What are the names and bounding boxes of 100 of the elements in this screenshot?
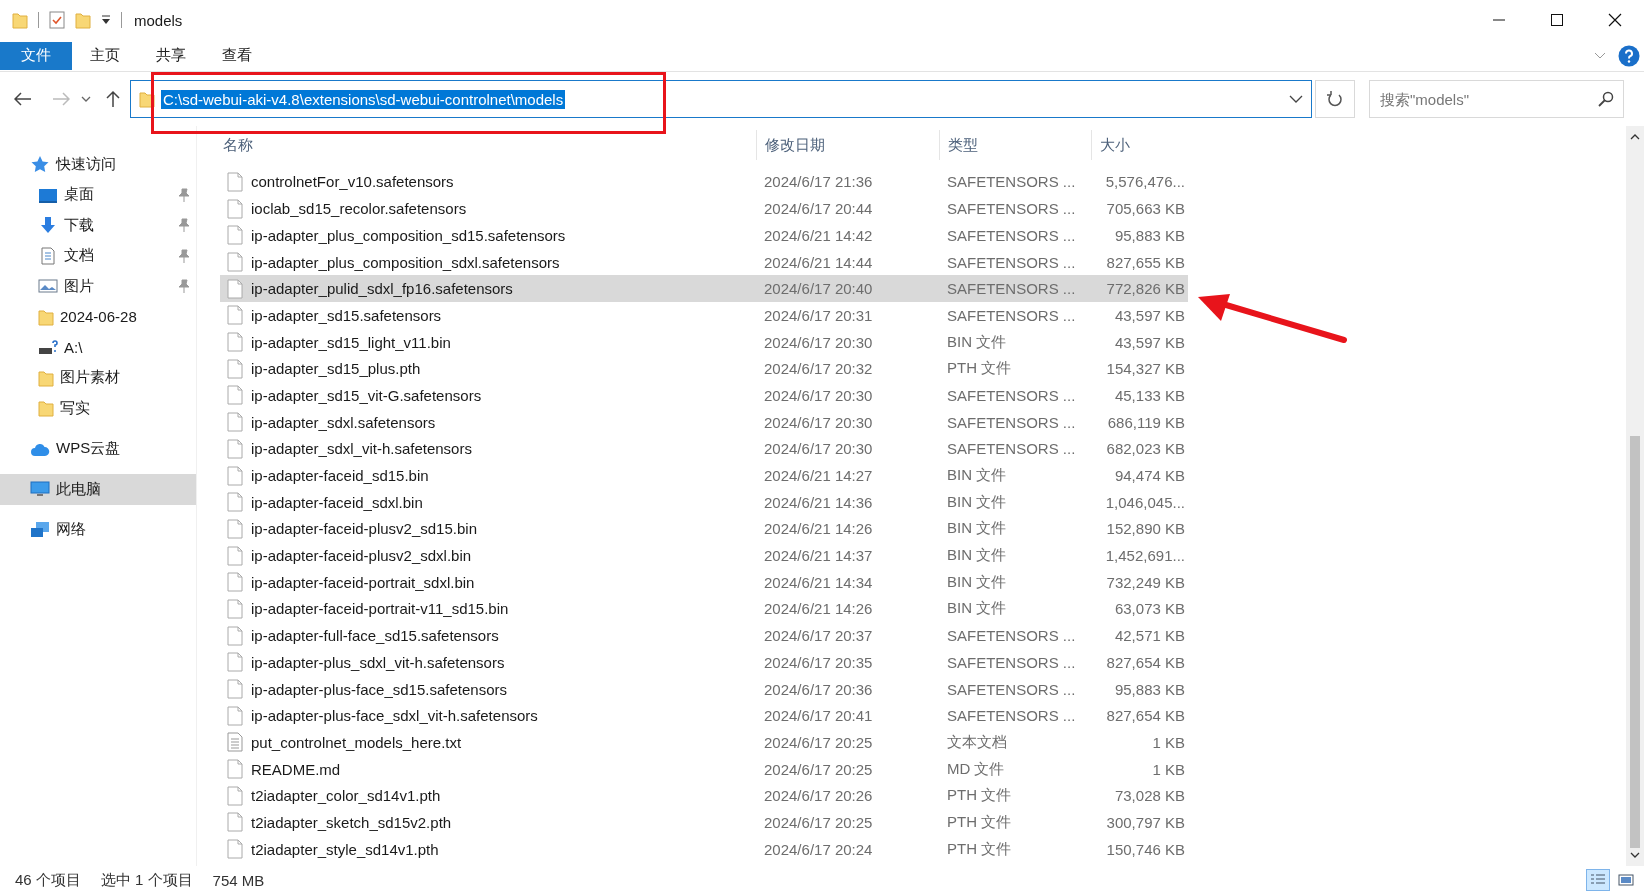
file-row[interactable]: t2iadapter_style_sd14v1.pth 2024/6/17 20:24 PTH 文件 150,746 KB	[220, 835, 1188, 863]
file-row[interactable]: controlnetFor_v10.safetensors 2024/6/17 21:36 SAFETENSORS ... 5,576,476...	[220, 168, 1188, 196]
file-type: SAFETENSORS ...	[946, 253, 1077, 271]
scroll-down-icon[interactable]	[1630, 852, 1640, 858]
file-name: ip-adapter_pulid_sdxl_fp16.safetensors	[251, 280, 513, 298]
sidebar-item[interactable]: 下载	[0, 210, 196, 241]
file-row[interactable]: ip-adapter-faceid-plusv2_sdxl.bin 2024/6/21 14:37 BIN 文件 1,452,691...	[220, 542, 1188, 569]
search-field[interactable]: 搜索"models"	[1369, 80, 1624, 118]
file-icon	[227, 198, 243, 219]
column-header[interactable]: 类型	[939, 130, 1091, 160]
refresh-icon	[1327, 90, 1343, 108]
file-size: 95,883 KB	[1113, 680, 1186, 698]
help-icon[interactable]	[1618, 44, 1640, 67]
modified-date: 2024/6/17 20:25	[763, 813, 874, 831]
file-size: 827,655 KB	[1105, 253, 1186, 271]
file-type: SAFETENSORS ...	[946, 280, 1077, 298]
file-row[interactable]: README.md 2024/6/17 20:25 MD 文件 1 KB	[220, 755, 1188, 783]
modified-date: 2024/6/17 20:30	[763, 413, 874, 431]
file-row[interactable]: ip-adapter-faceid_sdxl.bin 2024/6/21 14:36 BIN 文件 1,046,045...	[220, 488, 1188, 516]
sidebar-item[interactable]: 桌面	[0, 179, 196, 210]
document-icon	[38, 246, 58, 265]
address-field[interactable]: C:\sd-webui-aki-v4.8\extensions\sd-webui-controlnet\models	[130, 80, 1312, 118]
star-icon	[30, 155, 50, 174]
file-row[interactable]: put_controlnet_models_here.txt 2024/6/17 20:25 文本文档 1 KB	[220, 729, 1188, 756]
modified-date: 2024/6/21 14:26	[763, 520, 874, 538]
file-type: PTH 文件	[946, 786, 1013, 806]
file-name: ip-adapter-faceid_sdxl.bin	[251, 493, 423, 511]
file-name: ip-adapter_plus_composition_sd15.safetensors	[251, 226, 566, 244]
file-icon	[227, 598, 243, 619]
file-row[interactable]: ip-adapter-full-face_sd15.safetensors 2024/6/17 20:37 SAFETENSORS ... 42,571 KB	[220, 622, 1188, 649]
sidebar-item[interactable]: 图片素材	[0, 362, 196, 393]
file-size: 42,571 KB	[1113, 627, 1186, 645]
file-row[interactable]: ip-adapter_sd15_vit-G.safetensors 2024/6/17 20:30 SAFETENSORS ... 45,133 KB	[220, 382, 1188, 409]
file-row[interactable]: ip-adapter_plus_composition_sdxl.safetensors 2024/6/21 14:44 SAFETENSORS ... 827,655 KB	[220, 248, 1188, 276]
modified-date: 2024/6/21 14:37	[763, 547, 874, 565]
column-header[interactable]: 修改日期	[756, 130, 939, 160]
scrollbar[interactable]	[1626, 126, 1644, 866]
file-row[interactable]: ip-adapter-faceid-portrait-v11_sd15.bin 2024/6/21 14:26 BIN 文件 63,073 KB	[220, 595, 1188, 623]
modified-date: 2024/6/17 20:35	[763, 653, 874, 671]
ribbon-tab[interactable]: 主页	[72, 41, 138, 70]
file-type: PTH 文件	[946, 812, 1013, 832]
file-type: SAFETENSORS ...	[946, 680, 1077, 698]
file-row[interactable]: t2iadapter_sketch_sd15v2.pth 2024/6/17 20:25 PTH 文件 300,797 KB	[220, 809, 1188, 836]
sidebar-item[interactable]: 网络	[0, 514, 196, 545]
file-row[interactable]: ip-adapter_pulid_sdxl_fp16.safetensors 2024/6/17 20:40 SAFETENSORS ... 772,826 KB	[220, 275, 1188, 303]
file-icon	[227, 812, 243, 833]
file-icon	[227, 385, 243, 406]
image-icon	[1618, 873, 1634, 887]
sidebar-item[interactable]: 2024-06-28	[0, 301, 196, 332]
file-icon	[227, 839, 243, 860]
properties-icon[interactable]	[49, 11, 65, 29]
file-row[interactable]: ip-adapter_sd15_light_v11.bin 2024/6/17 20:30 BIN 文件 43,597 KB	[220, 328, 1188, 356]
file-row[interactable]: ip-adapter_sdxl.safetensors 2024/6/17 20:30 SAFETENSORS ... 686,119 KB	[220, 408, 1188, 436]
file-size: 63,073 KB	[1113, 600, 1186, 618]
sidebar-item[interactable]: 图片	[0, 271, 196, 302]
file-name: ip-adapter-plus-face_sdxl_vit-h.safetensors	[251, 707, 538, 725]
file-size: 43,597 KB	[1113, 333, 1186, 351]
sidebar-item[interactable]: WPS云盘	[0, 433, 196, 464]
file-icon	[227, 492, 243, 513]
file-name: put_controlnet_models_here.txt	[251, 733, 462, 751]
file-icon	[227, 438, 243, 459]
file-row[interactable]: ioclab_sd15_recolor.safetensors 2024/6/17 20:44 SAFETENSORS ... 705,663 KB	[220, 195, 1188, 222]
file-row[interactable]: ip-adapter-plus-face_sd15.safetensors 2024/6/17 20:36 SAFETENSORS ... 95,883 KB	[220, 675, 1188, 703]
file-menu-button[interactable]: 文件	[0, 41, 72, 70]
forward-arrow-icon	[52, 92, 70, 106]
ribbon-tab[interactable]: 查看	[204, 41, 270, 70]
sidebar-item[interactable]: 写实	[0, 393, 196, 424]
modified-date: 2024/6/17 20:41	[763, 707, 874, 725]
file-name: ip-adapter_sdxl.safetensors	[251, 413, 436, 431]
ribbon-tab[interactable]: 共享	[138, 41, 204, 70]
refresh-button[interactable]	[1315, 80, 1355, 118]
file-row[interactable]: ip-adapter_sd15_plus.pth 2024/6/17 20:32 PTH 文件 154,327 KB	[220, 355, 1188, 383]
column-header[interactable]: 大小	[1091, 130, 1188, 160]
scrollbar-thumb[interactable]	[1630, 436, 1640, 848]
file-row[interactable]: ip-adapter_sdxl_vit-h.safetensors 2024/6/17 20:30 SAFETENSORS ... 682,023 KB	[220, 435, 1188, 463]
file-size: 732,249 KB	[1105, 573, 1186, 591]
file-row[interactable]: ip-adapter_sd15.safetensors 2024/6/17 20:31 SAFETENSORS ... 43,597 KB	[220, 302, 1188, 329]
sidebar-item[interactable]: 文档	[0, 240, 196, 271]
file-row[interactable]: ip-adapter-faceid-portrait_sdxl.bin 2024/6/21 14:34 BIN 文件 732,249 KB	[220, 568, 1188, 596]
column-header[interactable]: 名称	[220, 130, 756, 160]
file-row[interactable]: ip-adapter-plus_sdxl_vit-h.safetensors 2024/6/17 20:35 SAFETENSORS ... 827,654 KB	[220, 648, 1188, 676]
search-icon[interactable]	[1598, 91, 1614, 107]
file-row[interactable]: ip-adapter-faceid-plusv2_sd15.bin 2024/6/21 14:26 BIN 文件 152,890 KB	[220, 515, 1188, 543]
modified-date: 2024/6/17 20:40	[763, 280, 874, 298]
file-icon	[227, 518, 243, 539]
scroll-up-icon[interactable]	[1630, 134, 1640, 140]
sidebar-item[interactable]: 快速访问	[0, 149, 196, 180]
chevron-down-icon[interactable]	[1289, 95, 1303, 103]
sidebar-item[interactable]: A:\	[0, 332, 196, 363]
file-type: BIN 文件	[946, 599, 1008, 619]
file-type: SAFETENSORS ...	[946, 440, 1077, 458]
file-row[interactable]: t2iadapter_color_sd14v1.pth 2024/6/17 20:26 PTH 文件 73,028 KB	[220, 782, 1188, 810]
file-name: t2iadapter_style_sd14v1.pth	[251, 840, 439, 858]
sidebar-item[interactable]: 此电脑	[0, 474, 196, 505]
file-row[interactable]: ip-adapter-faceid_sd15.bin 2024/6/21 14:27 BIN 文件 94,474 KB	[220, 462, 1188, 489]
dropdown-icon[interactable]	[101, 14, 111, 26]
file-row[interactable]: ip-adapter-plus-face_sdxl_vit-h.safetensors 2024/6/17 20:41 SAFETENSORS ... 827,654 KB	[220, 702, 1188, 730]
file-row[interactable]: ip-adapter_plus_composition_sd15.safetensors 2024/6/21 14:42 SAFETENSORS ... 95,883 KB	[220, 221, 1188, 249]
file-icon	[227, 545, 243, 566]
file-size: 1,452,691...	[1104, 547, 1186, 565]
